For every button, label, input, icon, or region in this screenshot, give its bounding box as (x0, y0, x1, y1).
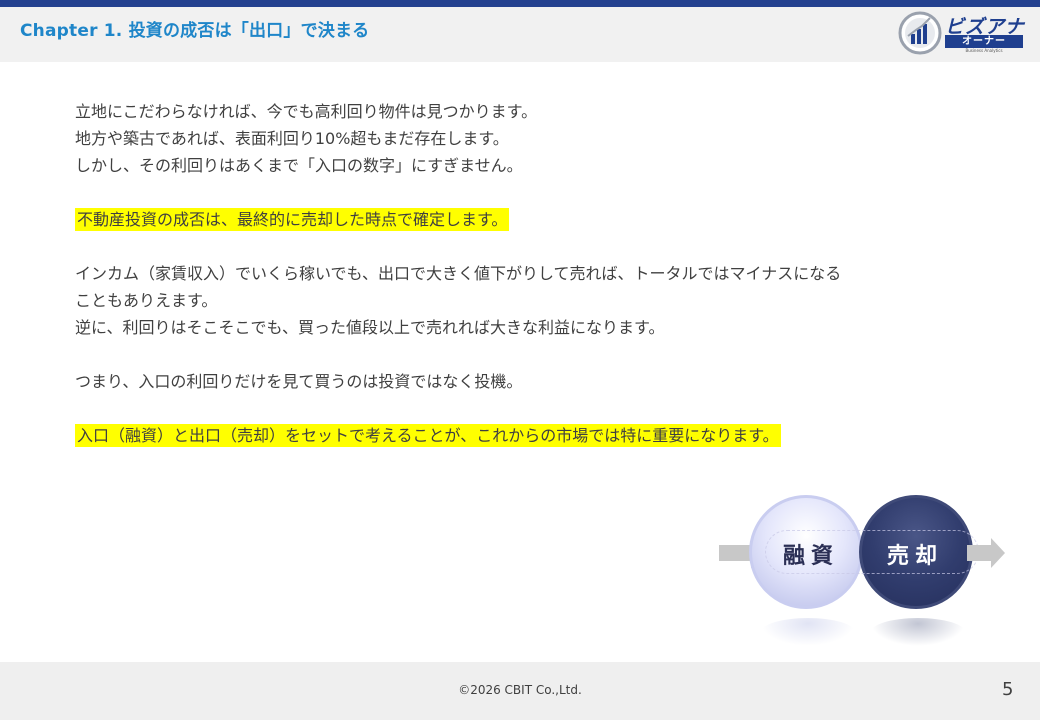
financing-label: 融資 (783, 544, 840, 569)
text-line: 立地にこだわらなければ、今でも高利回り物件は見つかります。 (75, 102, 538, 121)
logo-subtitle: Business Analytics (965, 48, 1003, 53)
text-line: 地方や築古であれば、表面利回り10%超もまだ存在します。 (75, 129, 509, 148)
highlighted-line: 入口（融資）と出口（売却）をセットで考えることが、これからの市場では特に重要にな… (75, 422, 995, 449)
highlight-text: 入口（融資）と出口（売却）をセットで考えることが、これからの市場では特に重要にな… (75, 424, 781, 447)
sale-label: 売却 (887, 544, 944, 569)
highlighted-line: 不動産投資の成否は、最終的に売却した時点で確定します。 (75, 206, 995, 233)
logo-bar-text: オーナー (962, 36, 1006, 47)
text-line: しかし、その利回りはあくまで「入口の数字」にすぎません。 (75, 156, 523, 175)
page-number: 5 (1002, 679, 1014, 700)
top-accent-stripe (0, 0, 1040, 7)
text-line: インカム（家賃収入）でいくら稼いでも、出口で大きく値下がりして売れば、トータルで… (75, 264, 842, 283)
text-line: つまり、入口の利回りだけを見て買うのは投資ではなく投機。 (75, 372, 523, 391)
financing-reflection (761, 618, 855, 646)
highlight-text: 不動産投資の成否は、最終的に売却した時点で確定します。 (75, 208, 510, 231)
chapter-title: Chapter 1. 投資の成否は「出口」で決まる (20, 21, 370, 41)
entry-exit-diagram: 融資 売却 (715, 490, 1015, 660)
text-line: こともありえます。 (75, 291, 218, 310)
text-line: 逆に、利回りはそこそこでも、買った値段以上で売れれば大きな利益になります。 (75, 318, 665, 337)
copyright: ©2026 CBIT Co.,Ltd. (458, 683, 582, 697)
body-text: 立地にこだわらなければ、今でも高利回り物件は見つかります。 地方や築古であれば、… (75, 98, 995, 449)
sale-reflection (871, 618, 965, 646)
arrow-right-icon (967, 538, 1005, 568)
